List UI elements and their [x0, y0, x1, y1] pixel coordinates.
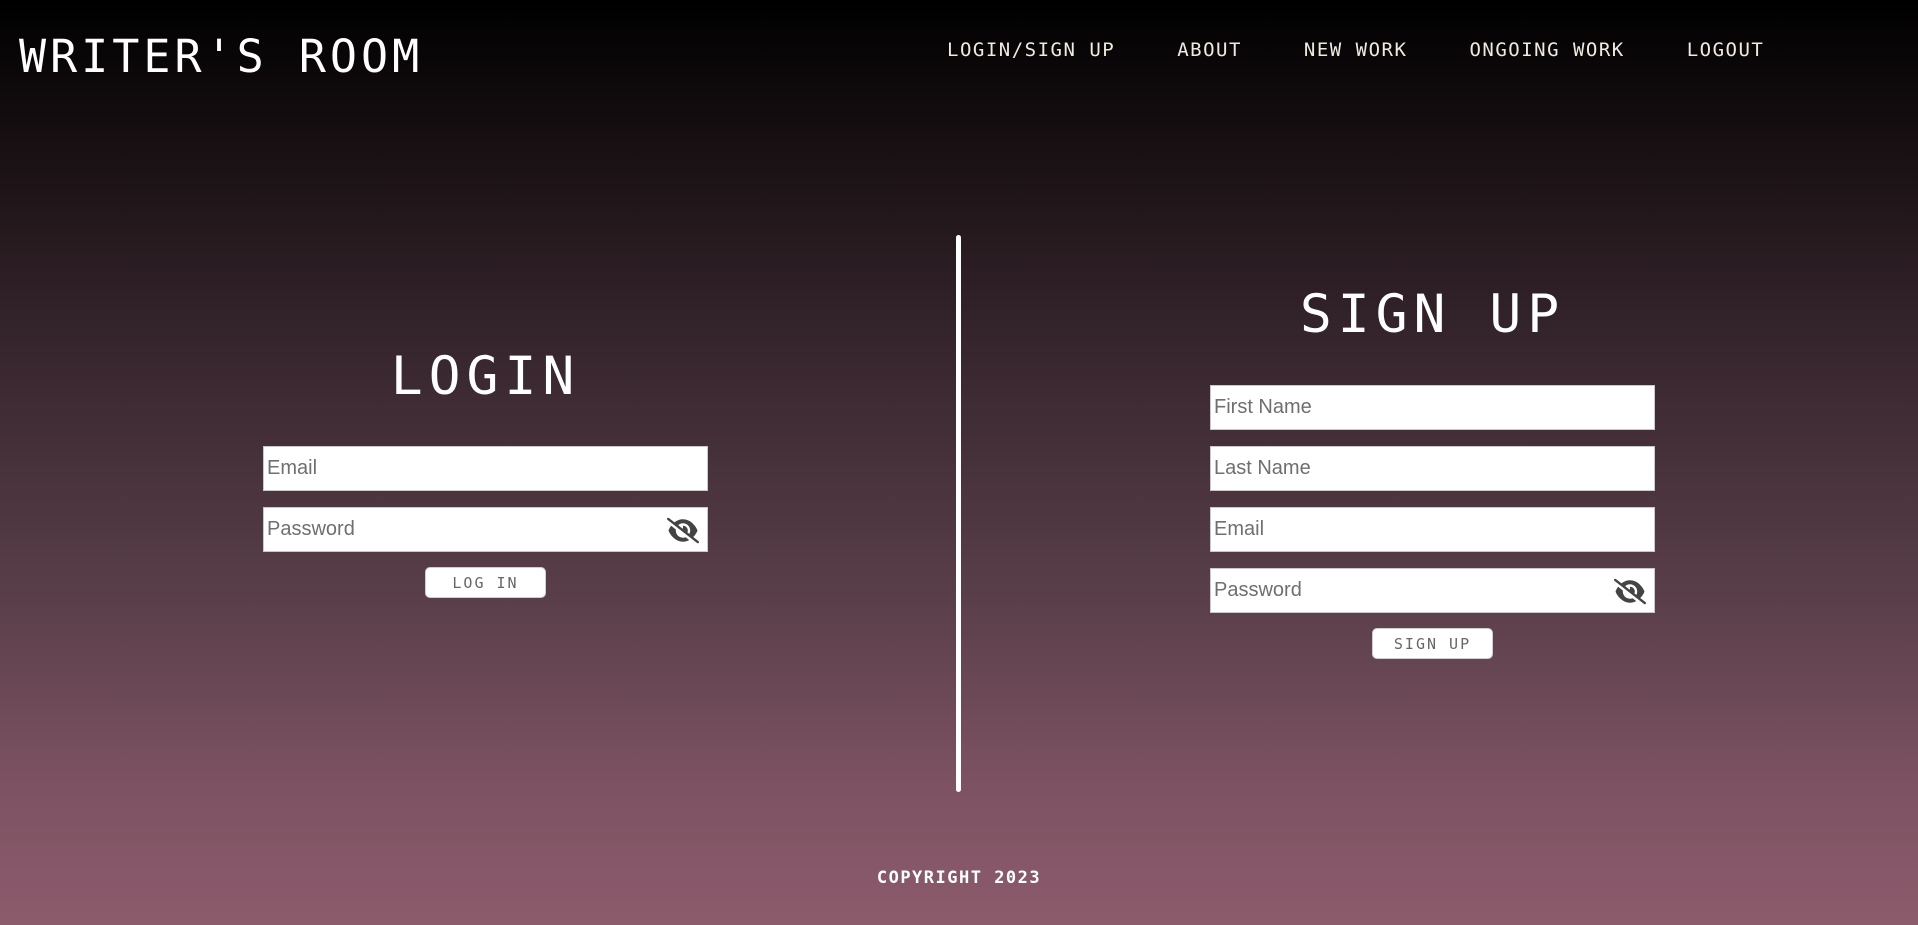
signup-password-input[interactable] — [1211, 569, 1654, 612]
footer-copyright: COPYRIGHT 2023 — [876, 868, 1042, 888]
nav-login-signup[interactable]: LOGIN/SIGN UP — [947, 39, 1115, 61]
signup-last-name-field — [1210, 446, 1655, 491]
section-divider — [956, 235, 961, 792]
signup-title: SIGN UP — [1299, 284, 1566, 345]
eye-slash-icon[interactable] — [1614, 578, 1646, 605]
nav-ongoing-work[interactable]: ONGOING WORK — [1469, 39, 1624, 61]
nav-logout[interactable]: LOGOUT — [1687, 39, 1765, 61]
signup-button[interactable]: SIGN UP — [1372, 628, 1493, 659]
login-button[interactable]: LOG IN — [425, 567, 546, 598]
signup-email-input[interactable] — [1211, 508, 1654, 551]
site-logo[interactable]: WRITER'S ROOM — [19, 30, 423, 84]
nav-new-work[interactable]: NEW WORK — [1304, 39, 1408, 61]
signup-first-name-input[interactable] — [1211, 386, 1654, 429]
signup-first-name-field — [1210, 385, 1655, 430]
login-email-field — [263, 446, 708, 491]
main-nav: LOGIN/SIGN UP ABOUT NEW WORK ONGOING WOR… — [947, 38, 1764, 62]
signup-last-name-input[interactable] — [1211, 447, 1654, 490]
signup-password-field — [1210, 568, 1655, 613]
login-password-field — [263, 507, 708, 552]
login-email-input[interactable] — [264, 447, 707, 490]
nav-about[interactable]: ABOUT — [1177, 39, 1242, 61]
login-password-input[interactable] — [264, 508, 707, 551]
login-title: LOGIN — [390, 346, 581, 407]
signup-email-field — [1210, 507, 1655, 552]
eye-slash-icon[interactable] — [667, 517, 699, 544]
